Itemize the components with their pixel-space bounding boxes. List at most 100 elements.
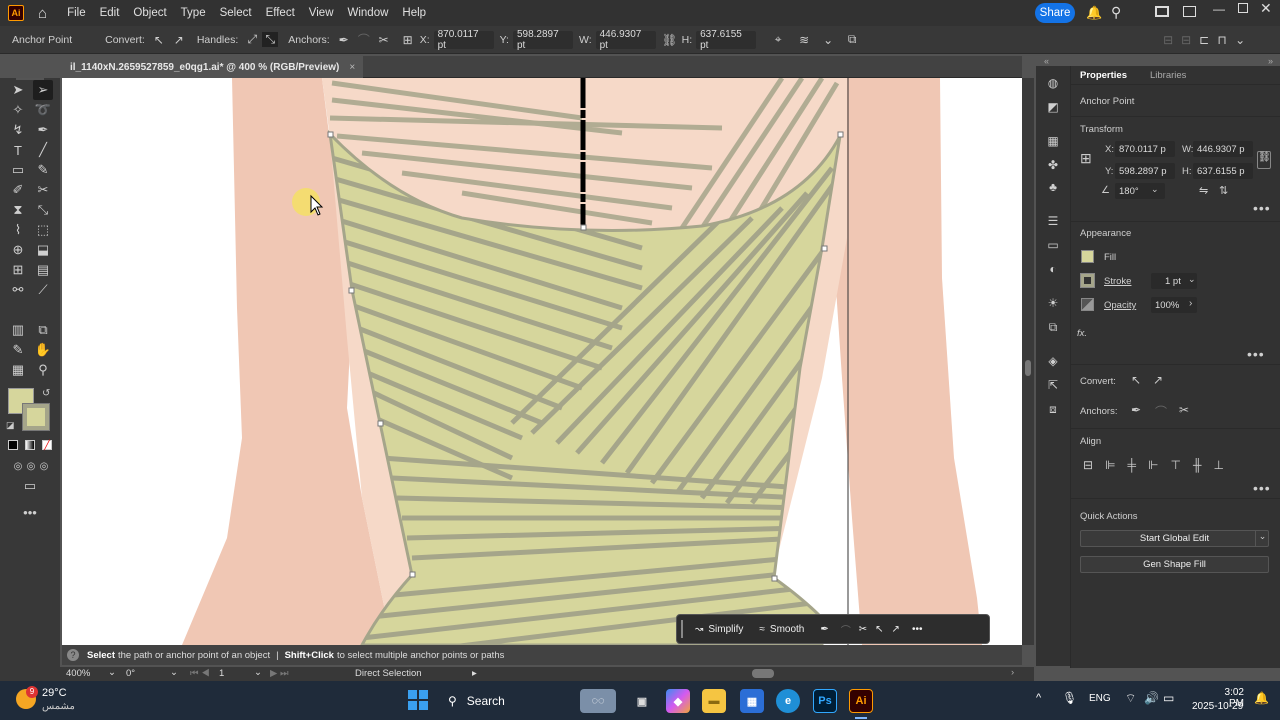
artboard-dropdown-icon[interactable]: ⌄ (254, 667, 262, 678)
menu-effect[interactable]: Effect (266, 7, 295, 19)
maximize-icon[interactable] (1238, 3, 1248, 13)
flip-horizontal-icon[interactable]: ⇋ (1199, 184, 1208, 197)
prev-artboard-icon[interactable]: ⏮ ◀ (190, 668, 210, 679)
document-tab[interactable]: il_1140xN.2659527859_e0qg1.ai* @ 400 % (… (62, 56, 364, 78)
isolate-icon[interactable]: ⊞ (400, 33, 416, 47)
cut-anchor-panel-icon[interactable]: ✂ (1179, 403, 1189, 417)
envelope-icon[interactable]: ≋ (796, 33, 812, 47)
vertical-scroll-thumb[interactable] (1025, 360, 1031, 376)
align-hcenter-icon[interactable]: ╪ (1128, 458, 1149, 472)
scale-tool-icon[interactable]: ⤡ (33, 200, 53, 220)
remove-anchor-icon[interactable]: ✒ (336, 33, 352, 47)
copilot-icon[interactable]: ◆ (666, 689, 690, 713)
edit-toolbar-icon[interactable]: ••• (20, 502, 40, 522)
gradient-tool-icon[interactable]: ▤ (33, 260, 53, 280)
hide-handles-icon[interactable]: ⤡ (262, 32, 279, 47)
line-tool-icon[interactable]: ╱ (33, 140, 53, 160)
next-artboard-icon[interactable]: ▶ ⏭ (270, 668, 289, 679)
menu-object[interactable]: Object (133, 7, 166, 19)
language-indicator[interactable]: ENG (1089, 693, 1111, 704)
constrain-proportions-icon[interactable]: ⛓ (1257, 151, 1271, 169)
convert-smooth-icon[interactable]: ↗ (171, 33, 187, 47)
artboard-field[interactable]: 1 (219, 668, 224, 679)
collapse-panels-icon[interactable]: « (1044, 56, 1049, 66)
x-field-panel[interactable]: 870.0117 p (1115, 141, 1175, 157)
collapse-right-icon[interactable]: » (1268, 56, 1273, 66)
lasso-tool-icon[interactable]: ➰ (33, 100, 53, 120)
transparency-panel-icon[interactable]: ◐ (1044, 260, 1062, 278)
zoom-field[interactable]: 400% (66, 668, 90, 679)
tab-libraries[interactable]: Libraries (1150, 66, 1186, 84)
align-vcenter-icon[interactable]: ╫ (1193, 458, 1214, 472)
y-field-panel[interactable]: 598.2897 p (1115, 163, 1175, 179)
pen-tool-icon[interactable]: ✒ (33, 120, 53, 140)
opacity-arrow-icon[interactable]: › (1189, 298, 1192, 309)
rotate-dropdown-icon[interactable]: ⌄ (1151, 184, 1159, 195)
appearance-panel-icon[interactable]: ☀ (1044, 294, 1062, 312)
fx-icon[interactable]: fx. (1077, 328, 1087, 339)
tab-properties[interactable]: Properties (1080, 66, 1127, 84)
align-top-icon[interactable]: ⊤ (1170, 458, 1192, 472)
taskbar-search[interactable]: ⚲ Search (440, 689, 580, 713)
microphone-icon[interactable]: 🎙 (1062, 691, 1077, 705)
y-field[interactable]: 598.2897 pt (512, 29, 573, 51)
artboard-tool-icon[interactable]: ⧉ (33, 320, 53, 340)
appearance-more-icon[interactable]: ••• (1247, 346, 1265, 362)
opacity-label[interactable]: Opacity (1104, 300, 1136, 311)
workspace-icon[interactable] (1183, 6, 1196, 17)
bell-icon[interactable]: 🔔 (1086, 5, 1102, 21)
shaper-tool-icon[interactable]: ✐ (8, 180, 28, 200)
symbols-panel-icon[interactable]: ♣ (1044, 178, 1062, 196)
none-mode-icon[interactable]: ╱ (42, 440, 52, 450)
color-mode-icon[interactable] (8, 440, 18, 450)
reference-point-icon[interactable]: ⊞ (1080, 150, 1092, 167)
menu-window[interactable]: Window (348, 7, 389, 19)
help-icon[interactable]: ? (67, 649, 79, 661)
simplify-button[interactable]: ↝ Simplify (687, 624, 751, 635)
graph-tool-icon[interactable]: ▥ (8, 320, 28, 340)
stroke-label[interactable]: Stroke (1104, 276, 1131, 287)
artboards-panel-icon[interactable]: ⧈ (1044, 400, 1062, 418)
convert-corner-icon[interactable]: ↖ (151, 33, 167, 47)
vertical-scrollbar[interactable] (1022, 78, 1034, 645)
gen-shape-fill-button[interactable]: Gen Shape Fill (1080, 556, 1269, 573)
screen-mode-icon[interactable]: ▭ (20, 476, 40, 496)
rotation-field[interactable]: 0° (126, 668, 135, 679)
gradient-mode-icon[interactable] (25, 440, 35, 450)
width-tool-icon[interactable]: ⌇ (8, 220, 28, 240)
notifications-icon[interactable]: 🔔 (1254, 691, 1269, 705)
wifi-icon[interactable]: ⌔ (1125, 691, 1136, 706)
blend-tool-icon[interactable]: ⚯ (8, 280, 28, 300)
search-icon[interactable]: ⚲ (1111, 4, 1121, 21)
mesh-tool-icon[interactable]: ⊞ (8, 260, 28, 280)
battery-icon[interactable]: ▭ (1163, 691, 1174, 705)
stroke-color-swatch[interactable] (1080, 273, 1095, 288)
flip-vertical-icon[interactable]: ⇅ (1219, 184, 1228, 197)
more-options-icon[interactable]: ⌄ (820, 33, 836, 47)
pen-ctx-icon[interactable]: ✒ (812, 624, 836, 635)
selection-tool-icon[interactable]: ➤ (8, 80, 28, 100)
convert-smooth-panel-icon[interactable]: ↗ (1153, 373, 1163, 387)
swap-colors-icon[interactable]: ↺ (42, 388, 50, 399)
paintbrush-tool-icon[interactable]: ✎ (33, 160, 53, 180)
transform-more-icon[interactable]: ••• (1253, 200, 1271, 216)
layers-panel-icon[interactable]: ◈ (1044, 352, 1062, 370)
fill-color-swatch[interactable] (1081, 250, 1094, 263)
menu-help[interactable]: Help (402, 7, 426, 19)
live-paint-tool-icon[interactable]: ⬓ (33, 240, 53, 260)
cut-path-icon[interactable]: ✂ (376, 33, 392, 47)
home-icon[interactable]: ⌂ (38, 5, 47, 22)
direct-selection-tool-icon[interactable]: ➢ (33, 80, 53, 100)
magic-wand-tool-icon[interactable]: ✧ (8, 100, 28, 120)
path-icon[interactable]: ⊓ (1214, 33, 1230, 47)
menu-type[interactable]: Type (181, 7, 206, 19)
close-tab-icon[interactable]: × (349, 62, 355, 73)
arrange-documents-icon[interactable] (1155, 6, 1169, 17)
align-more-icon[interactable]: ••• (1253, 480, 1271, 496)
file-explorer-icon[interactable]: ▬ (702, 689, 726, 713)
w-field-panel[interactable]: 446.9307 p (1193, 141, 1253, 157)
status-menu-icon[interactable]: ▸ (472, 668, 477, 679)
export-panel-icon[interactable]: ⇱ (1044, 376, 1062, 394)
zoom-tool-icon[interactable]: ⚲ (33, 360, 53, 380)
scissors-tool-icon[interactable]: ✂ (33, 180, 53, 200)
